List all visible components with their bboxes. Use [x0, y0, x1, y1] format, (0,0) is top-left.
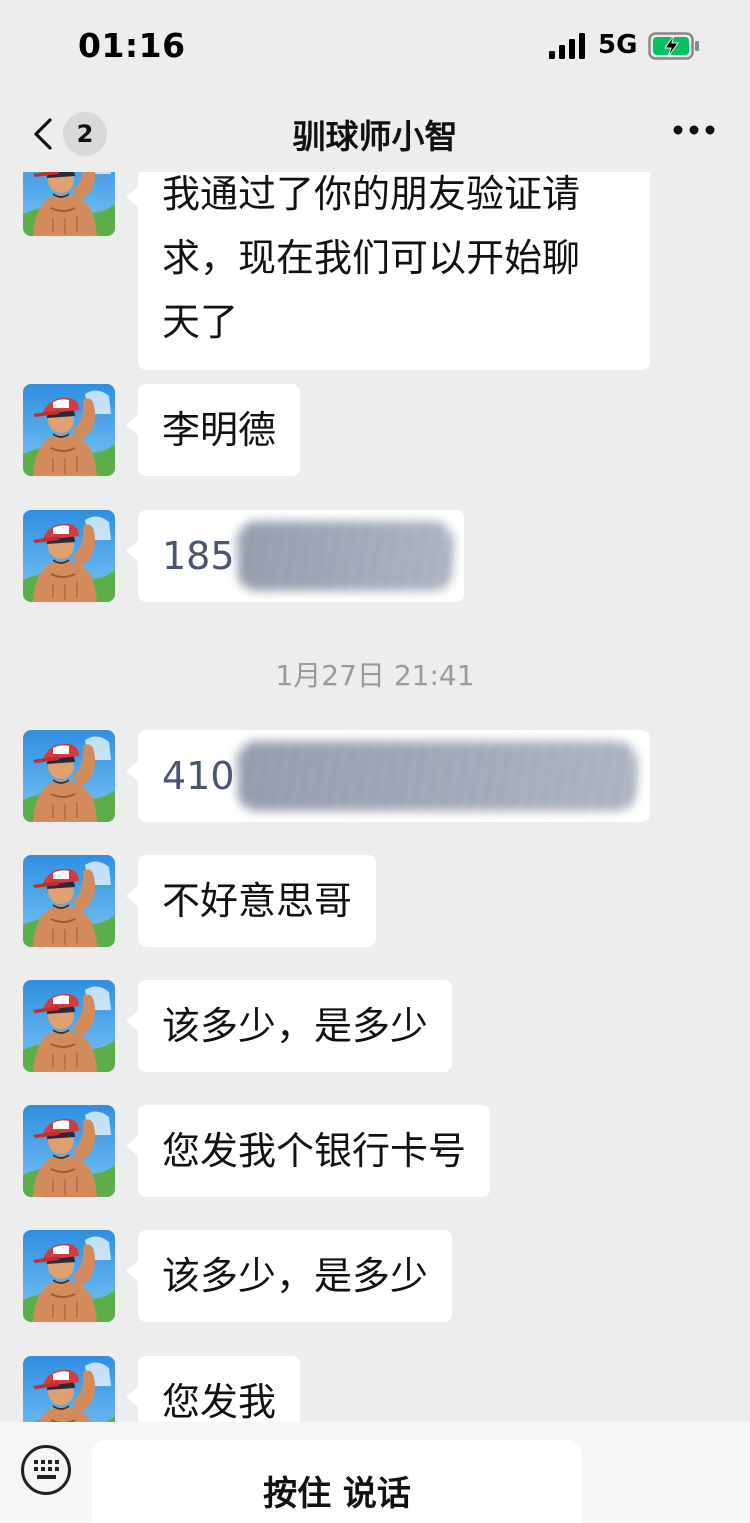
network-label: 5G [598, 30, 638, 60]
contact-avatar[interactable] [23, 384, 115, 476]
keyboard-toggle-button[interactable] [20, 1444, 72, 1496]
battery-charging-icon [648, 32, 699, 60]
message-text: 该多少，是多少 [162, 1254, 429, 1298]
status-bar: 01:16 5G [0, 0, 750, 92]
contact-avatar[interactable] [23, 1105, 115, 1197]
contact-avatar[interactable] [23, 730, 115, 822]
contact-avatar[interactable] [23, 172, 115, 236]
message-bubble[interactable]: 我通过了你的朋友验证请 求，现在我们可以开始聊 天了 [126, 172, 650, 370]
status-time: 01:16 [78, 26, 186, 65]
message-text-prefix: 185 [162, 534, 235, 578]
signal-icon [549, 33, 585, 59]
more-button[interactable] [662, 108, 726, 152]
input-bar: 按住 说话 [0, 1422, 750, 1523]
message-bubble[interactable]: 该多少，是多少 [125, 1230, 453, 1322]
message-text: 您发我 [162, 1380, 277, 1422]
avatar-image [23, 1105, 115, 1197]
contact-avatar[interactable] [23, 1356, 115, 1422]
message-line: 我通过了你的朋友验证请 [162, 172, 581, 216]
message-bubble[interactable]: 您发我个银行卡号 [125, 1105, 491, 1197]
avatar-image [23, 1356, 115, 1422]
message-line: 求，现在我们可以开始聊 [162, 236, 581, 280]
avatar-image [23, 384, 115, 476]
avatar-image [23, 510, 115, 602]
avatar-image [23, 730, 115, 822]
message-bubble[interactable]: 185 [126, 510, 464, 602]
message-bubble[interactable]: 410 [126, 730, 650, 822]
message-list[interactable]: 我通过了你的朋友验证请 求，现在我们可以开始聊 天了 李明德 185 1月27日… [0, 172, 750, 1422]
contact-avatar[interactable] [23, 980, 115, 1072]
avatar-image [23, 1230, 115, 1322]
contact-avatar[interactable] [23, 510, 115, 602]
avatar-image [23, 172, 115, 236]
hold-to-talk-button[interactable]: 按住 说话 [92, 1440, 582, 1523]
redaction-blur [236, 741, 637, 811]
message-text: 李明德 [162, 408, 277, 452]
more-icon [673, 125, 715, 135]
contact-avatar[interactable] [23, 855, 115, 947]
avatar-image [23, 855, 115, 947]
message-bubble[interactable]: 该多少，是多少 [125, 980, 453, 1072]
message-line: 天了 [162, 300, 239, 344]
message-timestamp: 1月27日 21:41 [275, 659, 475, 692]
message-text: 该多少，是多少 [162, 1004, 429, 1048]
redaction-blur [236, 521, 453, 591]
message-text: 您发我个银行卡号 [162, 1129, 467, 1173]
message-bubble[interactable]: 您发我 [125, 1356, 301, 1422]
message-bubble[interactable]: 李明德 [125, 384, 301, 476]
chat-header: 2 驯球师小智 [0, 92, 750, 172]
message-text: 不好意思哥 [162, 879, 353, 923]
chat-title: 驯球师小智 [292, 117, 458, 156]
message-text-prefix: 410 [162, 754, 235, 798]
message-bubble[interactable]: 不好意思哥 [125, 855, 377, 947]
avatar-image [23, 980, 115, 1072]
keyboard-icon [21, 1445, 71, 1495]
contact-avatar[interactable] [23, 1230, 115, 1322]
